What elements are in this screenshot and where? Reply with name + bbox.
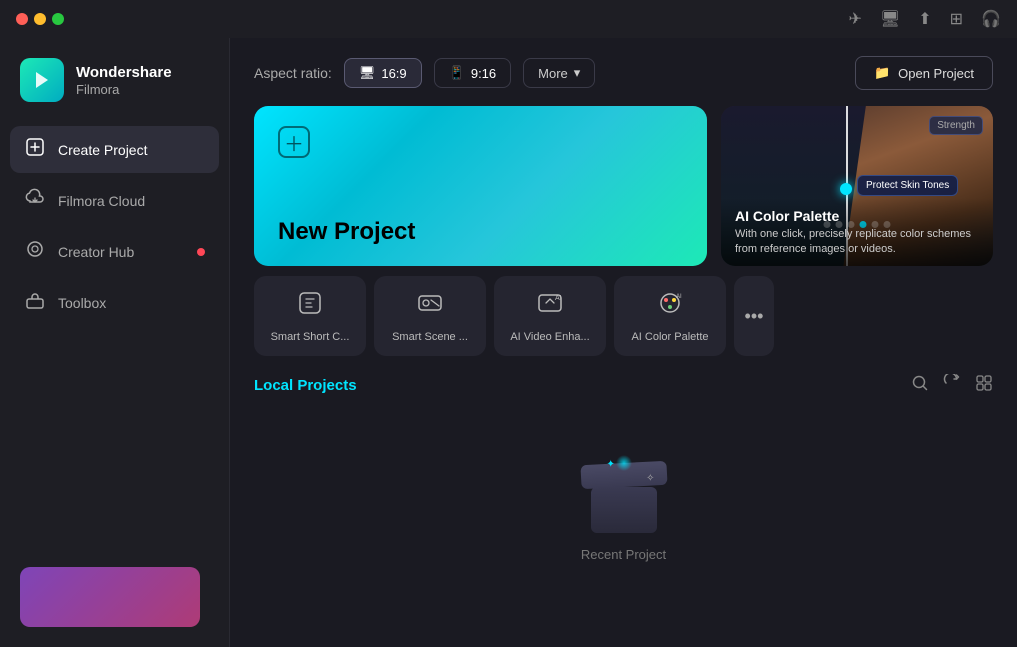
open-project-label: Open Project	[898, 66, 974, 81]
scan-dot	[840, 183, 852, 195]
ai-video-enhance-label: AI Video Enha...	[510, 331, 589, 343]
empty-state: ✦ ✧ Recent Project	[230, 407, 1017, 647]
create-project-icon	[24, 137, 46, 162]
refresh-icon[interactable]	[943, 374, 961, 397]
sidebar-item-creator-hub[interactable]: Creator Hub	[10, 228, 219, 275]
new-project-title: New Project	[278, 218, 683, 246]
layout-icon[interactable]: ⊞	[950, 9, 963, 29]
sparkle-1: ✦	[607, 459, 615, 470]
empty-box-illustration: ✦ ✧	[579, 453, 669, 533]
aspect-16-9-button[interactable]: 🖥 16:9	[344, 58, 422, 88]
creator-hub-notification-dot	[197, 248, 205, 256]
aspect-9-16-icon: 📱	[449, 65, 465, 81]
aspect-9-16-label: 9:16	[471, 66, 496, 81]
tool-ai-video-enhance[interactable]: AI AI Video Enha...	[494, 276, 606, 356]
ai-promo-image: Strength Protect Skin Tones AI Col	[721, 106, 993, 266]
app-name: Wondershare	[76, 64, 172, 82]
headset-icon[interactable]: 🎧	[981, 9, 1001, 29]
ai-color-palette-label: AI Color Palette	[631, 331, 708, 343]
monitor-icon[interactable]: 🖥	[880, 9, 900, 29]
sidebar-nav: Create Project Filmora Cloud	[0, 126, 229, 551]
ai-video-enhance-icon: AI	[537, 290, 563, 323]
ai-promo-overlay: AI Color Palette With one click, precise…	[721, 198, 993, 266]
svg-text:AI: AI	[676, 294, 682, 300]
ai-skin-tag: Protect Skin Tones	[857, 175, 958, 196]
sidebar-item-creator-hub-label: Creator Hub	[58, 244, 134, 260]
tool-smart-short-clip[interactable]: Smart Short C...	[254, 276, 366, 356]
sidebar: Wondershare Filmora Create Project	[0, 38, 230, 647]
svg-text:AI: AI	[555, 295, 562, 302]
local-projects-title: Local Projects	[254, 377, 357, 394]
sidebar-item-toolbox-label: Toolbox	[58, 295, 106, 311]
aspect-label: Aspect ratio:	[254, 65, 332, 81]
new-project-card[interactable]: ＋ New Project	[254, 106, 707, 266]
traffic-lights	[16, 13, 64, 25]
minimize-button[interactable]	[34, 13, 46, 25]
titlebar: ✈ 🖥 ⬆ ⊞ 🎧	[0, 0, 1017, 38]
close-button[interactable]	[16, 13, 28, 25]
ai-strength-tag: Strength	[929, 116, 983, 135]
smart-scene-label: Smart Scene ...	[392, 331, 468, 343]
smart-short-clip-icon	[297, 290, 323, 323]
app-sub: Filmora	[76, 82, 172, 97]
main-layout: Wondershare Filmora Create Project	[0, 38, 1017, 647]
sidebar-item-create-project[interactable]: Create Project	[10, 126, 219, 173]
ai-color-palette-icon: AI	[657, 290, 683, 323]
tool-ai-color-palette[interactable]: AI AI Color Palette	[614, 276, 726, 356]
box-glow	[616, 455, 632, 471]
local-projects-header: Local Projects	[230, 356, 1017, 407]
sparkle-2: ✧	[646, 473, 654, 484]
aspect-9-16-button[interactable]: 📱 9:16	[434, 58, 512, 88]
titlebar-icons: ✈ 🖥 ⬆ ⊞ 🎧	[849, 9, 1001, 29]
smart-short-clip-label: Smart Short C...	[271, 331, 350, 343]
new-project-plus-icon: ＋	[278, 126, 310, 158]
creator-hub-icon	[24, 239, 46, 264]
user-avatar[interactable]	[20, 567, 200, 627]
toolbox-icon	[24, 290, 46, 315]
open-project-folder-icon: 📁	[874, 65, 890, 81]
more-tools-button[interactable]: •••	[734, 276, 774, 356]
logo-text: Wondershare Filmora	[76, 64, 172, 97]
filmora-cloud-icon	[24, 188, 46, 213]
more-label: More	[538, 66, 568, 81]
app-logo-icon	[20, 58, 64, 102]
ai-promo-card[interactable]: Strength Protect Skin Tones AI Col	[721, 106, 993, 266]
local-projects-actions	[911, 374, 993, 397]
sidebar-item-filmora-cloud-label: Filmora Cloud	[58, 193, 145, 209]
sidebar-item-create-project-label: Create Project	[58, 142, 147, 158]
tool-smart-scene[interactable]: Smart Scene ...	[374, 276, 486, 356]
titlebar-left	[16, 13, 64, 25]
more-button[interactable]: More ▾	[523, 58, 595, 88]
search-icon[interactable]	[911, 374, 929, 397]
ai-promo-title: AI Color Palette	[735, 208, 979, 224]
more-chevron-icon: ▾	[574, 65, 581, 81]
sidebar-item-toolbox[interactable]: Toolbox	[10, 279, 219, 326]
topbar: Aspect ratio: 🖥 16:9 📱 9:16 More ▾ 📁 Ope…	[230, 38, 1017, 106]
sidebar-item-filmora-cloud[interactable]: Filmora Cloud	[10, 177, 219, 224]
open-project-button[interactable]: 📁 Open Project	[855, 56, 993, 90]
content-area: Aspect ratio: 🖥 16:9 📱 9:16 More ▾ 📁 Ope…	[230, 38, 1017, 647]
sidebar-bottom	[0, 551, 229, 647]
smart-scene-icon	[417, 290, 443, 323]
empty-state-label: Recent Project	[581, 547, 666, 562]
navigation-icon[interactable]: ✈	[849, 9, 862, 29]
download-icon[interactable]: ⬆	[918, 9, 931, 29]
aspect-16-9-label: 16:9	[381, 66, 406, 81]
ai-promo-description: With one click, precisely replicate colo…	[735, 227, 979, 256]
maximize-button[interactable]	[52, 13, 64, 25]
box-body	[591, 487, 657, 533]
grid-view-icon[interactable]	[975, 374, 993, 397]
aspect-ratio-group: Aspect ratio: 🖥 16:9 📱 9:16 More ▾	[254, 58, 595, 88]
tools-row: Smart Short C... Smart Scene ...	[230, 266, 1017, 356]
more-tools-icon: •••	[745, 306, 764, 327]
cards-row: ＋ New Project Strength Protect Skin Tone…	[230, 106, 1017, 266]
sidebar-logo: Wondershare Filmora	[0, 38, 229, 126]
aspect-16-9-icon: 🖥	[359, 65, 376, 81]
